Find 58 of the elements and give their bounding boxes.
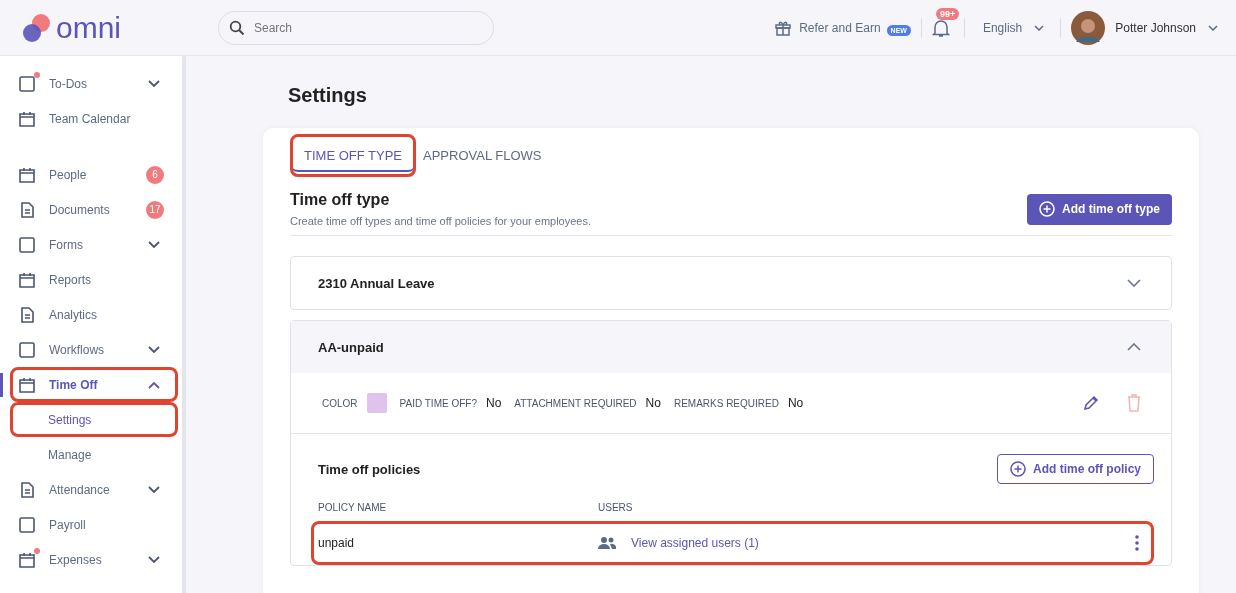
policies-title: Time off policies	[318, 461, 421, 477]
field-value: No	[645, 396, 661, 410]
policy-name: unpaid	[318, 536, 356, 550]
sidebar-item[interactable]: Payroll	[10, 507, 178, 542]
sidebar-item[interactable]: Workflows	[10, 332, 178, 367]
chevron-down-icon	[1208, 24, 1218, 31]
sidebar-item[interactable]: Analytics	[10, 297, 178, 332]
field-label: PAID TIME OFF?	[399, 397, 477, 409]
logo-text: omni	[56, 12, 122, 43]
field-label: ATTACHMENT REQUIRED	[514, 397, 637, 409]
more-icon[interactable]	[1135, 535, 1139, 551]
sidebar-item[interactable]: To-Dos	[10, 66, 178, 101]
users-icon	[598, 536, 616, 550]
chevron-down-icon	[1034, 24, 1045, 31]
search-field[interactable]: Search	[218, 10, 494, 45]
notification-badge: 99+	[935, 7, 960, 20]
user-menu[interactable]: Potter Johnson	[1115, 20, 1196, 35]
accordion-header[interactable]: AA-unpaid	[291, 321, 1171, 373]
plus-circle-icon	[1010, 461, 1026, 477]
sidebar-item[interactable]: Documents 17	[10, 192, 178, 227]
sidebar-item[interactable]: Team Calendar	[10, 101, 178, 136]
sidebar-item[interactable]: Attendance	[10, 472, 178, 507]
type-name: 2310 Annual Leave	[318, 275, 435, 291]
column-header: USERS	[598, 502, 634, 513]
tab[interactable]: APPROVAL FLOWS	[416, 134, 549, 177]
menu-item-icon	[17, 339, 37, 360]
plus-circle-icon	[1039, 201, 1055, 217]
sidebar-item[interactable]: People 6	[10, 157, 178, 192]
view-users-link[interactable]: View assigned users (1)	[631, 536, 759, 550]
column-header: POLICY NAME	[318, 502, 388, 513]
field-value: No	[787, 396, 804, 410]
sidebar-subitem[interactable]: Manage	[10, 437, 178, 472]
sidebar-item[interactable]: Reports	[10, 262, 178, 297]
field-value: No	[486, 396, 502, 410]
page-title: Settings	[288, 84, 368, 107]
add-time-off-policy-button[interactable]: Add time off policy	[997, 454, 1154, 484]
menu-item-icon	[17, 234, 37, 255]
bell-icon[interactable]	[931, 17, 950, 38]
avatar[interactable]	[1071, 10, 1106, 45]
pencil-icon[interactable]	[1082, 394, 1100, 412]
type-name: AA-unpaid	[318, 339, 384, 355]
sidebar-subitem[interactable]: Settings	[10, 402, 178, 437]
sidebar-item[interactable]: Forms	[10, 227, 178, 262]
refer-link[interactable]: Refer and Earn	[774, 18, 881, 37]
section-title: Time off type	[290, 191, 391, 209]
sidebar-item[interactable]: Expenses	[10, 542, 178, 577]
count-badge: 17	[146, 200, 164, 219]
menu-item-icon	[17, 73, 37, 94]
field-label: REMARKS REQUIRED	[673, 397, 779, 409]
accordion-header[interactable]: 2310 Annual Leave	[291, 257, 1171, 309]
language-dropdown[interactable]: English	[982, 20, 1023, 35]
menu-item-icon	[17, 514, 37, 535]
add-time-off-type-button[interactable]: Add time off type	[1027, 193, 1172, 225]
count-badge: 6	[146, 165, 164, 184]
search-icon	[229, 19, 245, 36]
tab[interactable]: TIME OFF TYPE	[290, 134, 416, 177]
section-subtitle: Create time off types and time off policies for your employees.	[290, 215, 592, 227]
field-label: COLOR	[322, 397, 358, 409]
